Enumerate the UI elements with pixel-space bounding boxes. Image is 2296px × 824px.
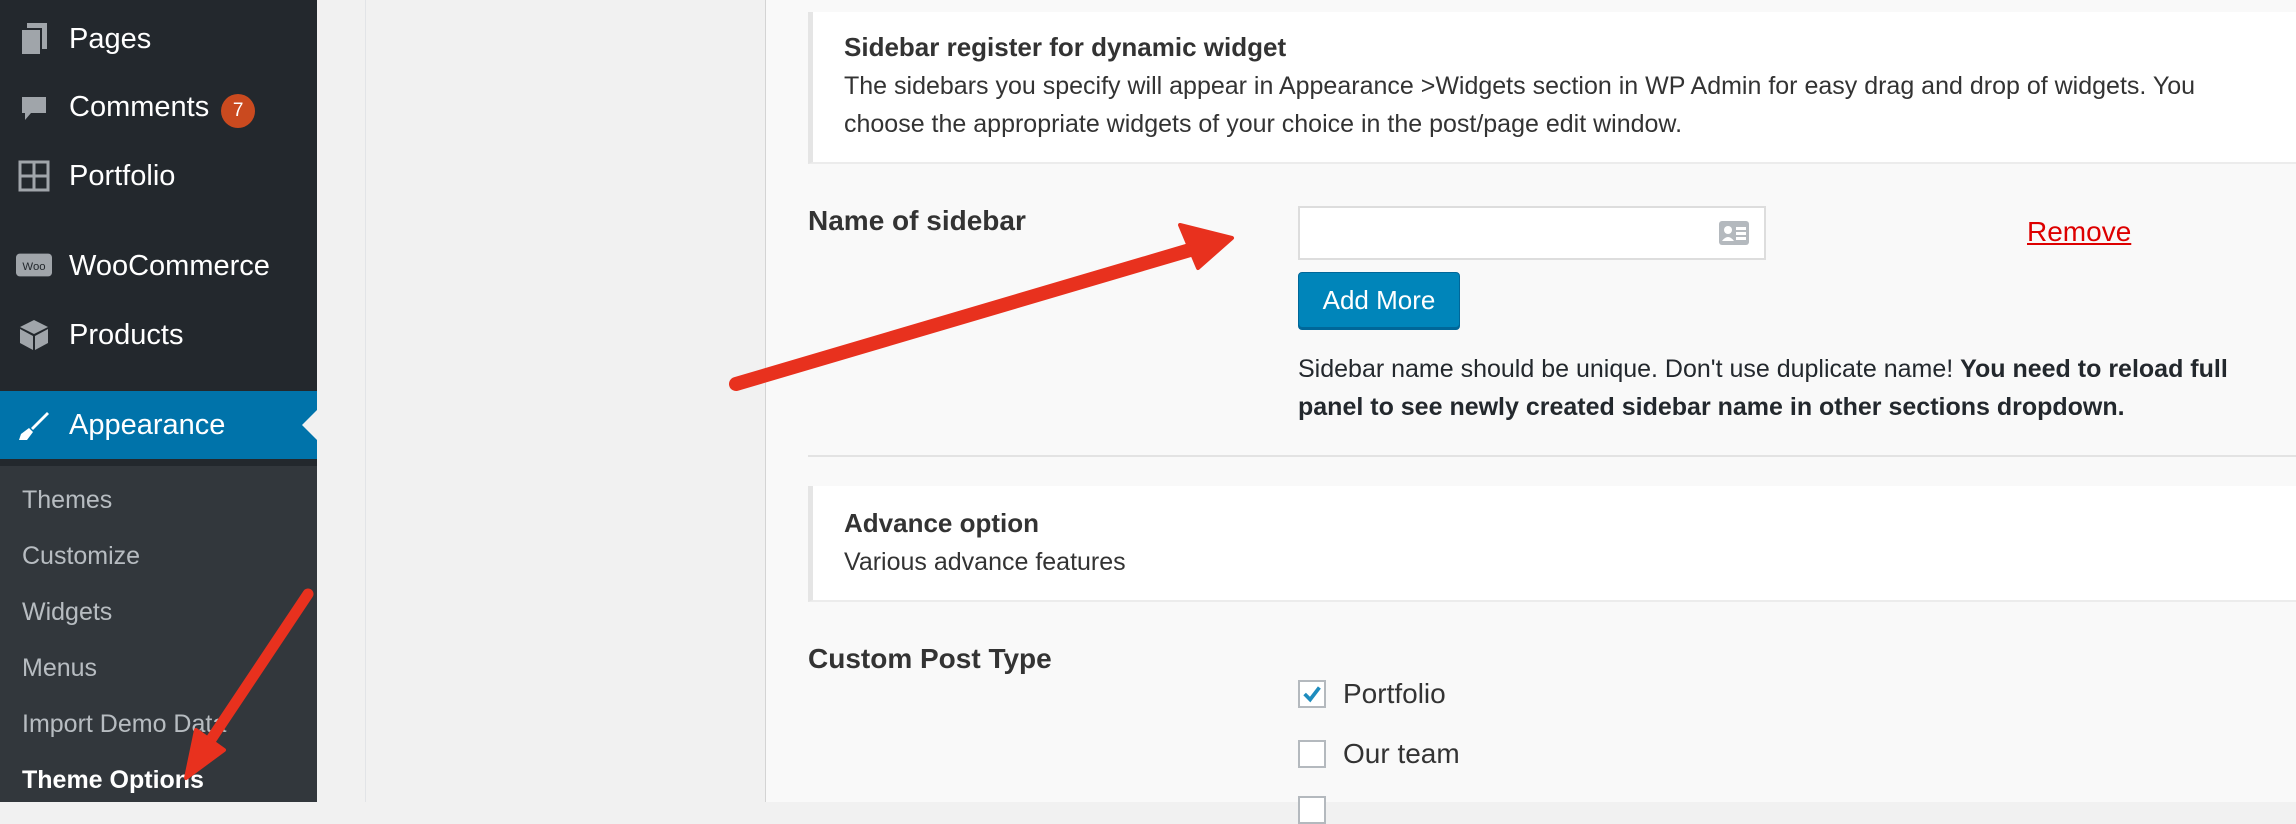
checkbox-unchecked[interactable] bbox=[1298, 796, 1326, 824]
submenu-item-import-demo-data[interactable]: Import Demo Data bbox=[22, 710, 226, 739]
content-gutter bbox=[317, 0, 366, 802]
submenu-item-menus[interactable]: Menus bbox=[22, 654, 97, 683]
checkbox-partial[interactable] bbox=[1298, 796, 1343, 824]
comments-icon bbox=[16, 91, 52, 127]
section-desc: Various advance features bbox=[844, 548, 1126, 576]
sidebar-item-label: Pages bbox=[69, 22, 152, 55]
section-divider bbox=[808, 455, 2296, 457]
sidebar-item-label: WooCommerce bbox=[69, 249, 270, 282]
add-more-button[interactable]: Add More bbox=[1298, 272, 1460, 328]
sidebar-name-input[interactable] bbox=[1300, 208, 1740, 256]
name-of-sidebar-label: Name of sidebar bbox=[808, 205, 1026, 236]
sidebar-item-label: Portfolio bbox=[69, 159, 176, 192]
checkbox-portfolio[interactable]: Portfolio bbox=[1298, 678, 1446, 710]
options-main: Sidebar register for dynamic widget The … bbox=[766, 0, 2296, 824]
sidebar-item-label: Products bbox=[69, 318, 184, 351]
checkbox-unchecked[interactable] bbox=[1298, 740, 1326, 768]
sidebar-item-label: Comments bbox=[69, 90, 210, 123]
admin-sidebar: Pages Comments 7 Portfolio Woo WooCommerc… bbox=[0, 0, 317, 802]
products-box-icon bbox=[16, 317, 52, 353]
checkmark-icon bbox=[1303, 686, 1321, 703]
pages-icon bbox=[16, 21, 52, 57]
submenu-item-themes[interactable]: Themes bbox=[22, 486, 112, 515]
checkbox-checked[interactable] bbox=[1298, 680, 1326, 708]
section-desc-line-2: choose the appropriate widgets of your c… bbox=[844, 110, 1683, 138]
sidebar-item-comments[interactable]: Comments 7 bbox=[0, 75, 317, 143]
sidebar-item-label: Appearance bbox=[69, 408, 226, 441]
note-bold-text-1: You need to reload full bbox=[1960, 355, 2228, 383]
appearance-submenu: Themes Customize Widgets Menus Import De… bbox=[0, 466, 317, 802]
checkbox-label: Our team bbox=[1343, 738, 1460, 769]
comment-count-badge: 7 bbox=[221, 93, 256, 128]
portfolio-grid-icon bbox=[16, 158, 52, 194]
sidebar-name-note: Sidebar name should be unique. Don't use… bbox=[1298, 350, 2296, 426]
woocommerce-icon: Woo bbox=[16, 248, 52, 284]
section-title: Advance option bbox=[844, 508, 1040, 538]
note-bold-text-2: panel to see newly created sidebar name … bbox=[1298, 393, 2125, 421]
sidebar-register-section: Sidebar register for dynamic widget The … bbox=[808, 12, 2296, 164]
remove-sidebar-link[interactable]: Remove bbox=[2027, 216, 2131, 248]
custom-post-type-label: Custom Post Type bbox=[808, 643, 1052, 674]
section-desc-line-1: The sidebars you specify will appear in … bbox=[844, 72, 2196, 100]
submenu-item-theme-options[interactable]: Theme Options bbox=[22, 766, 204, 795]
sidebar-item-label-wrap: Comments 7 bbox=[69, 90, 256, 128]
woo-logo-text: Woo bbox=[22, 261, 45, 273]
submenu-item-customize[interactable]: Customize bbox=[22, 542, 140, 571]
submenu-item-widgets[interactable]: Widgets bbox=[22, 598, 112, 627]
sidebar-name-field[interactable] bbox=[1298, 206, 1766, 260]
sidebar-item-appearance[interactable]: Appearance bbox=[0, 391, 317, 459]
advance-option-section: Advance option Various advance features bbox=[808, 486, 2296, 602]
note-text: Sidebar name should be unique. Don't use… bbox=[1298, 355, 1961, 383]
sidebar-item-pages[interactable]: Pages bbox=[0, 5, 317, 73]
options-nav-panel bbox=[366, 0, 766, 802]
checkbox-label: Portfolio bbox=[1343, 678, 1446, 709]
section-title: Sidebar register for dynamic widget bbox=[844, 32, 1287, 62]
checkbox-our-team[interactable]: Our team bbox=[1298, 738, 1460, 770]
paintbrush-icon bbox=[16, 407, 52, 443]
sidebar-item-woocommerce[interactable]: Woo WooCommerce bbox=[0, 232, 317, 300]
sidebar-item-products[interactable]: Products bbox=[0, 301, 317, 369]
contact-card-icon bbox=[1718, 220, 1750, 251]
sidebar-item-portfolio[interactable]: Portfolio bbox=[0, 142, 317, 210]
